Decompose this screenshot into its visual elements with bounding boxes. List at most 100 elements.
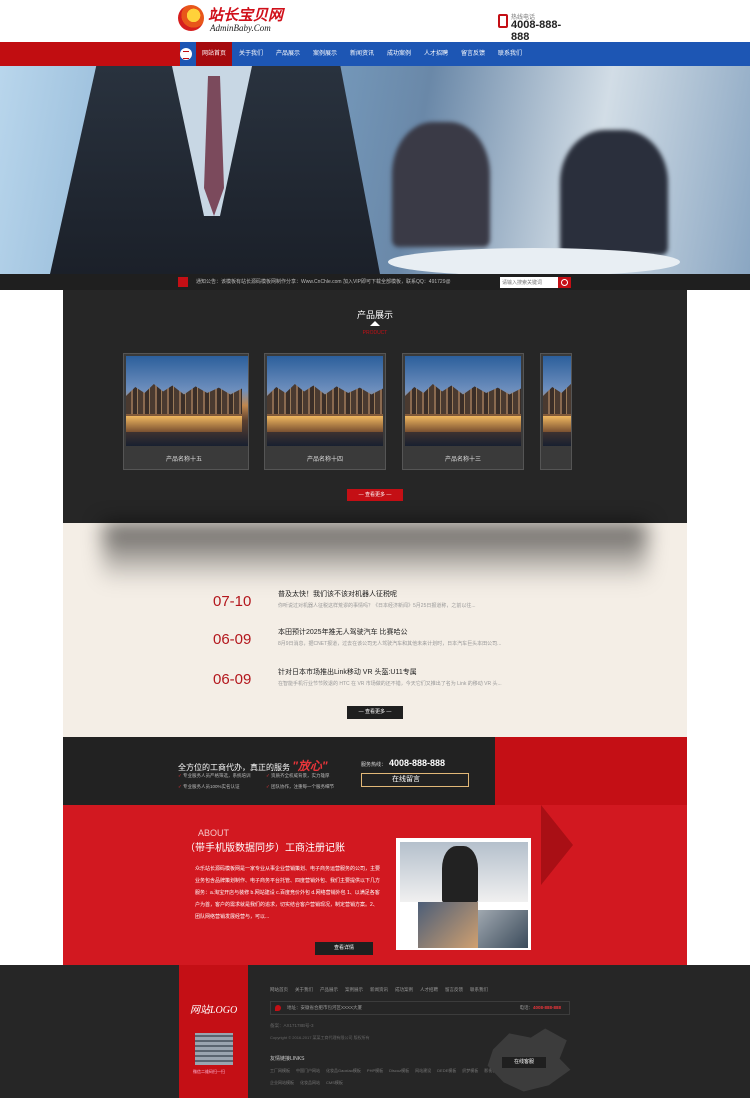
qr-caption: 微信二维码扫一扫	[193, 1069, 225, 1074]
news-item[interactable]: 07-10 普及太快！我们该不该对机器人征税呢 你听说过对机器人征税这样荒谬的事…	[213, 587, 633, 625]
footer-link[interactable]: 成功案例	[395, 987, 413, 993]
hero-banner[interactable]	[0, 66, 750, 274]
product-image	[267, 356, 383, 446]
footer-link[interactable]: 案例展示	[345, 987, 363, 993]
about-description: 众乐站长源码模板网是一家专业从事企业营销策划、电子商务运营服务的公司，主要业务包…	[195, 866, 381, 920]
about-photo-meeting	[418, 902, 478, 948]
location-pin-icon	[275, 1005, 281, 1011]
footer-phone-label: 电话：	[519, 1005, 533, 1010]
service-hotline-number: 4008-888-888	[389, 758, 446, 768]
news-date: 06-09	[213, 631, 252, 648]
friend-link[interactable]: Discuz模板	[389, 1068, 409, 1074]
search-icon[interactable]	[558, 277, 571, 288]
about-more-button[interactable]: 查看详情	[315, 942, 373, 955]
news-title[interactable]: 普及太快！我们该不该对机器人征税呢	[278, 589, 397, 599]
friend-link[interactable]: 化妆品Gaoxiao模板	[326, 1068, 361, 1074]
caret-up-icon	[370, 321, 380, 326]
site-logo[interactable]: 站长宝贝网 AdminBaby.Com	[178, 3, 288, 37]
service-point: 专业服务人员严格筛选，系统培训	[178, 773, 268, 779]
friend-link[interactable]: DEDE模板	[437, 1068, 456, 1074]
product-card[interactable]: 产品名称十四	[264, 353, 386, 470]
friend-link[interactable]: CMS模板	[326, 1080, 343, 1086]
nav-item-jobs[interactable]: 人才招聘	[418, 42, 454, 66]
footer-link[interactable]: 留言反馈	[445, 987, 463, 993]
friend-link[interactable]: 中国门户网站	[296, 1068, 320, 1074]
logo-title: 站长宝贝网	[208, 8, 284, 24]
news-date: 06-09	[213, 671, 252, 688]
logo-subtitle: AdminBaby.Com	[210, 23, 271, 33]
service-headline: 全方位的工商代办，真正的服务 "放心"	[178, 757, 328, 774]
site-footer: 网站LOGO 微信二维码扫一扫 网站首页 关于我们 产品展示 案例展示 新闻资讯…	[0, 965, 750, 1098]
service-strip: 全方位的工商代办，真正的服务 "放心" 专业服务人员严格筛选，系统培训 资质齐全…	[63, 737, 687, 805]
friend-link[interactable]: 企业网站模板	[270, 1080, 294, 1086]
phone-icon	[498, 14, 508, 28]
footer-link[interactable]: 联系我们	[470, 987, 488, 993]
nav-item-feedback[interactable]: 留言反馈	[455, 42, 491, 66]
friend-link[interactable]: 化妆品网站	[300, 1080, 320, 1086]
service-point: 专业服务人员100%实名认证	[178, 784, 268, 790]
products-subtitle: PRODUCT	[362, 330, 388, 336]
news-desc: 在智能手机行业节节败退的 HTC 在 VR 市场做的还不错，今天它们又推出了名为…	[278, 681, 502, 687]
notice-text: 通知公告：该模板有站长源码模板网制作分享：Www.CnChle.com 加入VI…	[196, 279, 451, 285]
service-red-panel	[495, 737, 687, 805]
nav-item-cases[interactable]: 案例展示	[307, 42, 343, 66]
friend-link[interactable]: 网站建设	[415, 1068, 431, 1074]
search-input[interactable]	[500, 277, 558, 288]
footer-icp: 备案：AX17178B号-3	[270, 1023, 314, 1028]
nav-item-contact[interactable]: 联系我们	[492, 42, 528, 66]
menu-icon[interactable]	[180, 48, 192, 60]
product-card[interactable]: 产品名称十五	[123, 353, 249, 470]
service-point: 团队协作，注重每一个服务细节	[266, 784, 356, 790]
product-caption: 产品名称十五	[165, 457, 202, 463]
banner-person-blur	[560, 130, 668, 255]
friend-link[interactable]: PHP模板	[367, 1068, 383, 1074]
nav-item-news[interactable]: 新闻资讯	[344, 42, 380, 66]
footer-link[interactable]: 关于我们	[295, 987, 313, 993]
products-section: 产品展示 PRODUCT 产品名称十五 产品名称十四 产品名称十三 — 查看更多…	[63, 290, 687, 523]
service-headline-text: 全方位的工商代办，真正的服务	[178, 763, 290, 772]
header-hotline: 热线电话 4008-888-888	[498, 12, 578, 43]
news-section: 07-10 普及太快！我们该不该对机器人征税呢 你听说过对机器人征税这样荒谬的事…	[63, 523, 687, 737]
about-section: ABOUT （带手机版数据同步）工商注册记账 众乐站长源码模板网是一家专业从事企…	[63, 805, 687, 965]
footer-phone-number: 4008-888-888	[532, 1005, 561, 1010]
friend-link[interactable]: 工厂网模板	[270, 1068, 290, 1074]
product-caption: 产品名称十四	[306, 457, 343, 463]
footer-nav: 网站首页 关于我们 产品展示 案例展示 新闻资讯 成功案例 人才招聘 留言反馈 …	[270, 987, 488, 993]
notice-speaker-icon	[178, 277, 188, 287]
online-message-button[interactable]: 在线留言	[361, 773, 469, 787]
news-item[interactable]: 06-09 针对日本市场推出Link移动 VR 头盔:U11专属 在智能手机行业…	[213, 665, 633, 703]
news-more-button[interactable]: — 查看更多 —	[347, 706, 403, 719]
product-card[interactable]: 产品名称十三	[402, 353, 524, 470]
footer-link[interactable]: 新闻资讯	[370, 987, 388, 993]
product-image	[126, 356, 248, 446]
footer-link[interactable]: 网站首页	[270, 987, 288, 993]
nav-item-home[interactable]: 网站首页	[196, 42, 232, 66]
about-image	[396, 838, 531, 950]
friend-link[interactable]: 织梦模板	[462, 1068, 478, 1074]
product-image	[543, 356, 571, 446]
nav-item-success[interactable]: 成功案例	[381, 42, 417, 66]
products-title: 产品展示	[356, 310, 393, 320]
service-highlight: "放心"	[292, 759, 328, 773]
news-item[interactable]: 06-09 本田预计2025年推无人驾驶汽车 比赛哈公 8月9日消息，据CNET…	[213, 625, 633, 663]
footer-link[interactable]: 人才招聘	[420, 987, 438, 993]
nav-item-products[interactable]: 产品展示	[270, 42, 306, 66]
product-caption: 产品名称十三	[444, 457, 481, 463]
news-desc: 8月9日消息，据CNET报道，过去在该公司无人驾驶汽车和其他未来计划时，日本汽车…	[278, 641, 502, 647]
footer-logo[interactable]: 网站LOGO	[190, 1001, 237, 1016]
footer-link[interactable]: 产品展示	[320, 987, 338, 993]
footer-address: 地址：安徽省合肥市包河区XXXX大厦	[287, 1005, 363, 1010]
online-service-button[interactable]: 在线客服	[502, 1057, 546, 1068]
about-arrow-decoration	[541, 805, 573, 885]
footer-copyright: Copyright © 2016-2017 某某工商代理有限公司 版权所有	[270, 1035, 370, 1040]
news-title[interactable]: 针对日本市场推出Link移动 VR 头盔:U11专属	[278, 667, 417, 677]
footer-phone: 电话：4008-888-888	[519, 1002, 561, 1014]
nav-item-about[interactable]: 关于我们	[233, 42, 269, 66]
notice-bar: 通知公告：该模板有站长源码模板网制作分享：Www.CnChle.com 加入VI…	[0, 274, 750, 290]
products-more-button[interactable]: — 查看更多 —	[347, 489, 403, 501]
footer-red-panel	[179, 965, 248, 1098]
about-photo-team	[478, 910, 528, 948]
news-date: 07-10	[213, 593, 252, 610]
news-title[interactable]: 本田预计2025年推无人驾驶汽车 比赛哈公	[278, 627, 408, 637]
product-card[interactable]	[540, 353, 572, 470]
